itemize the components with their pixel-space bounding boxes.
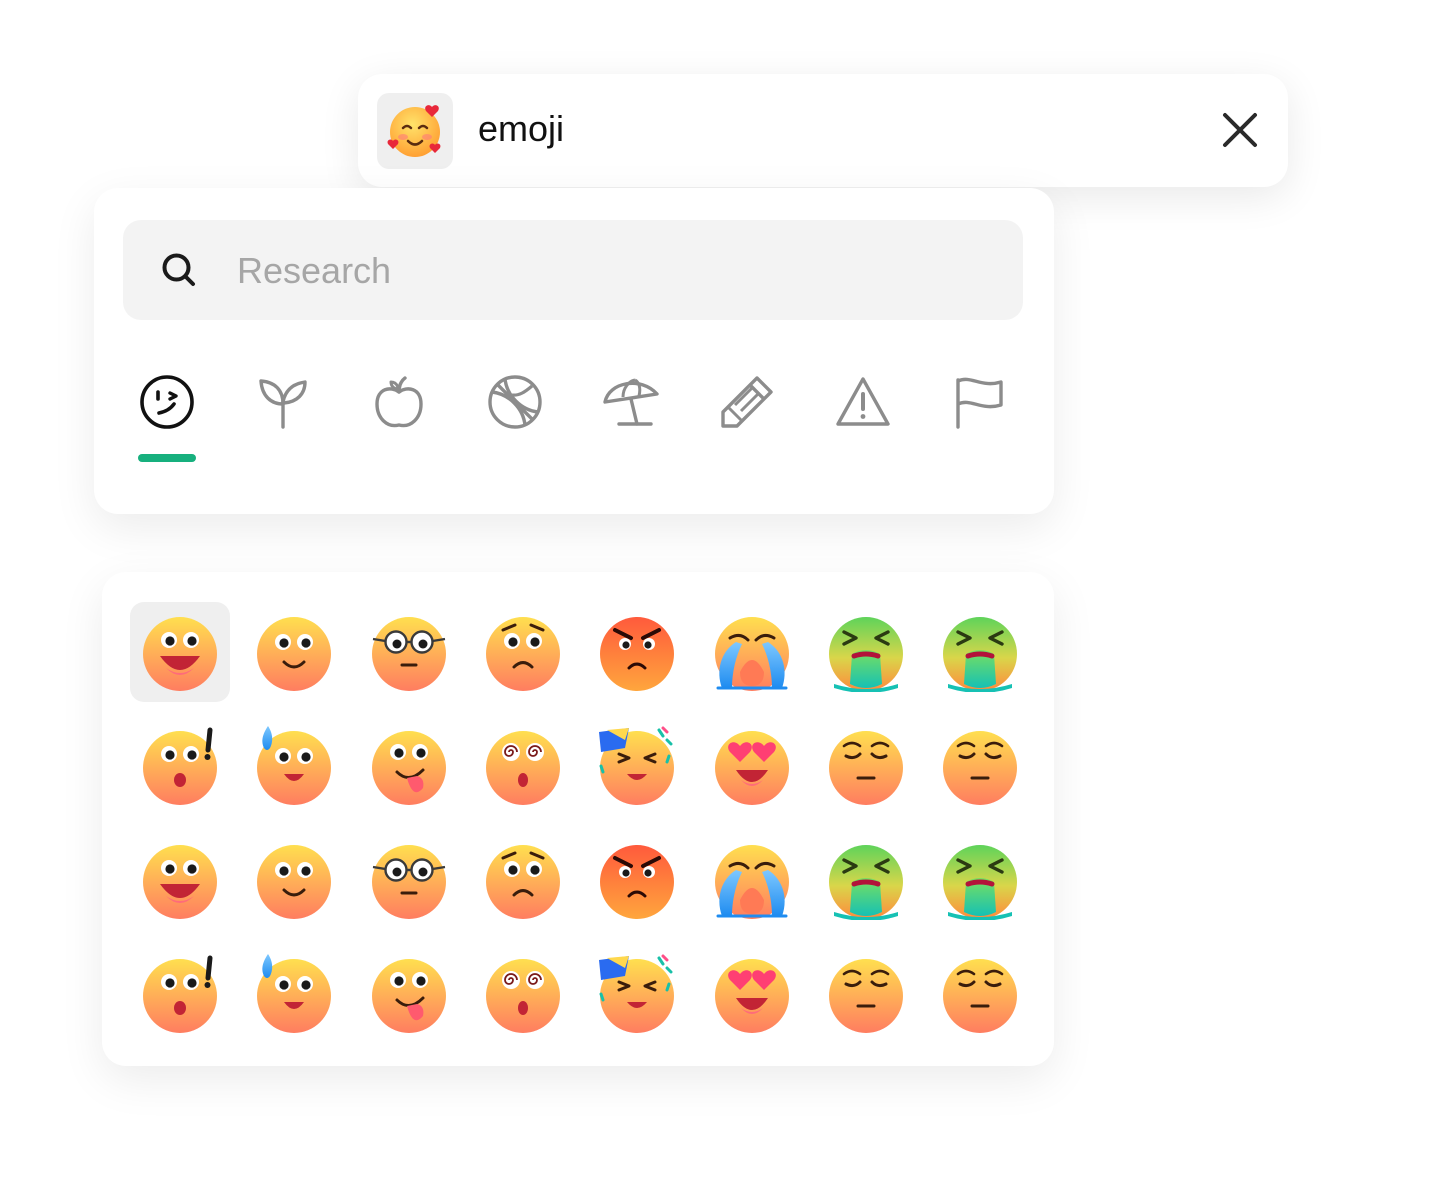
angry-face-icon <box>600 617 675 691</box>
travel-beach-umbrella-category-icon <box>603 378 659 426</box>
search-input[interactable] <box>235 242 999 300</box>
emoji-cell-relieved-face[interactable] <box>816 944 916 1044</box>
grinning-face-icon <box>143 845 217 919</box>
emoji-cell-squinting-confetti-face[interactable] <box>587 716 687 816</box>
emoji-cell-vomiting-face[interactable] <box>930 830 1030 930</box>
dizzy-face-icon <box>485 731 560 805</box>
emoji-cell-crying-face[interactable] <box>702 602 802 702</box>
emoji-cell-surprised-exclamation-face[interactable] <box>130 944 230 1044</box>
emoji-cell-grinning-face[interactable] <box>130 602 230 702</box>
surprised-exclamation-face-icon <box>143 727 217 805</box>
emoji-cell-crying-face[interactable] <box>702 830 802 930</box>
heart-eyes-face-icon <box>714 959 789 1033</box>
emoji-cell-angry-face[interactable] <box>587 602 687 702</box>
smileys-category-icon <box>140 375 194 429</box>
category-tab-objects[interactable] <box>715 370 779 434</box>
crying-face-icon <box>714 845 789 919</box>
emoji-cell-smiling-face[interactable] <box>244 830 344 930</box>
worried-face-icon <box>485 617 560 691</box>
vomiting-face-icon <box>828 617 903 692</box>
grinning-face-icon <box>143 617 217 691</box>
category-tab-food[interactable] <box>367 370 431 434</box>
smiling-face-with-hearts-icon <box>387 105 441 157</box>
category-tab-smileys[interactable] <box>135 370 199 434</box>
emoji-cell-heart-eyes-face[interactable] <box>702 944 802 1044</box>
smiling-face-icon <box>257 617 332 691</box>
emoji-cell-vomiting-face[interactable] <box>930 602 1030 702</box>
emoji-cell-face-with-glasses[interactable] <box>359 602 459 702</box>
dizzy-face-icon <box>485 959 560 1033</box>
relieved-face-icon <box>828 959 903 1033</box>
activity-ball-category-icon <box>488 375 542 429</box>
emoji-cell-squinting-confetti-face[interactable] <box>587 944 687 1044</box>
tongue-out-face-icon <box>371 731 446 805</box>
flags-category-icon <box>956 377 1003 429</box>
category-tab-symbols[interactable] <box>831 370 895 434</box>
search-icon <box>162 253 195 286</box>
emoji-cell-relieved-face[interactable] <box>930 944 1030 1044</box>
emoji-cell-heart-eyes-face[interactable] <box>702 716 802 816</box>
emoji-cell-tongue-out-face[interactable] <box>359 944 459 1044</box>
squinting-confetti-face-icon <box>599 726 675 805</box>
close-icon[interactable] <box>1220 110 1260 150</box>
emoji-cell-face-with-glasses[interactable] <box>359 830 459 930</box>
relieved-face-icon <box>943 731 1018 805</box>
sweat-smile-face-icon <box>257 726 332 805</box>
face-with-glasses-icon <box>371 845 446 919</box>
emoji-title: emoji <box>478 108 565 149</box>
emoji-cell-relieved-face[interactable] <box>816 716 916 816</box>
emoji-cell-vomiting-face[interactable] <box>816 602 916 702</box>
emoji-cell-dizzy-face[interactable] <box>473 716 573 816</box>
active-tab-indicator <box>138 454 196 462</box>
emoji-cell-tongue-out-face[interactable] <box>359 716 459 816</box>
selected-emoji-thumbnail[interactable] <box>377 93 453 169</box>
emoji-cell-surprised-exclamation-face[interactable] <box>130 716 230 816</box>
crying-face-icon <box>714 617 789 691</box>
category-tab-flags[interactable] <box>947 370 1011 434</box>
emoji-cell-smiling-face[interactable] <box>244 602 344 702</box>
search-box[interactable] <box>123 220 1023 320</box>
vomiting-face-icon <box>828 845 903 920</box>
emoji-cell-worried-face[interactable] <box>473 830 573 930</box>
sweat-smile-face-icon <box>257 954 332 1033</box>
objects-pencil-category-icon <box>721 376 773 428</box>
angry-face-icon <box>600 845 675 919</box>
emoji-cell-vomiting-face[interactable] <box>816 830 916 930</box>
nature-sprout-category-icon <box>259 379 307 429</box>
relieved-face-icon <box>943 959 1018 1033</box>
heart-eyes-face-icon <box>714 731 789 805</box>
surprised-exclamation-face-icon <box>143 955 217 1033</box>
emoji-cell-worried-face[interactable] <box>473 602 573 702</box>
category-tab-nature[interactable] <box>251 370 315 434</box>
emoji-cell-sweat-smile-face[interactable] <box>244 716 344 816</box>
vomiting-face-icon <box>943 617 1018 692</box>
category-tab-activity[interactable] <box>483 370 547 434</box>
emoji-cell-dizzy-face[interactable] <box>473 944 573 1044</box>
emoji-grid <box>102 572 1054 1066</box>
emoji-title-bar: emoji <box>358 74 1288 187</box>
worried-face-icon <box>485 845 560 919</box>
smiling-face-icon <box>257 845 332 919</box>
face-with-glasses-icon <box>371 617 446 691</box>
emoji-cell-grinning-face[interactable] <box>130 830 230 930</box>
relieved-face-icon <box>828 731 903 805</box>
category-tab-travel[interactable] <box>599 370 663 434</box>
emoji-picker-header-panel <box>94 188 1054 514</box>
symbols-warning-category-icon <box>836 377 890 426</box>
emoji-cell-sweat-smile-face[interactable] <box>244 944 344 1044</box>
emoji-cell-angry-face[interactable] <box>587 830 687 930</box>
emoji-cell-relieved-face[interactable] <box>930 716 1030 816</box>
food-apple-category-icon <box>375 376 423 428</box>
tongue-out-face-icon <box>371 959 446 1033</box>
vomiting-face-icon <box>943 845 1018 920</box>
squinting-confetti-face-icon <box>599 954 675 1033</box>
